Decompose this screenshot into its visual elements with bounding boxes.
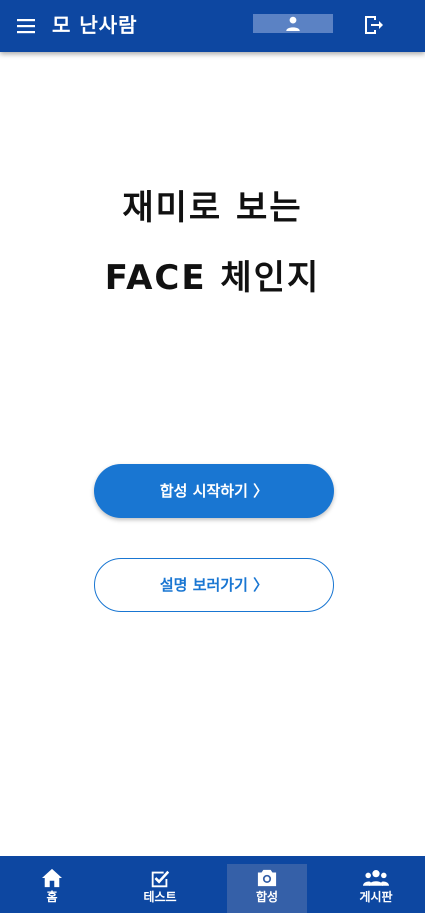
hero-title-line2: FACE 체인지 <box>104 258 321 298</box>
group-icon <box>363 870 389 886</box>
nav-label-board: 게시판 <box>359 890 393 904</box>
nav-item-synthesis[interactable]: 합성 <box>227 864 307 913</box>
start-synthesis-button[interactable]: 합성 시작하기 〉 <box>94 464 334 518</box>
hero-title-line1: 재미로 보는 <box>122 188 303 228</box>
nav-item-test[interactable]: 테스트 <box>120 856 200 913</box>
view-explanation-button[interactable]: 설명 보러가기 〉 <box>94 558 334 612</box>
profile-button[interactable] <box>253 14 333 33</box>
home-icon <box>42 868 62 888</box>
nav-item-board[interactable]: 게시판 <box>336 856 416 913</box>
bottom-navigation: 홈 테스트 합성 게시판 <box>0 856 425 913</box>
nav-item-home[interactable]: 홈 <box>12 856 92 913</box>
menu-button[interactable] <box>14 14 38 38</box>
checkbox-icon <box>151 870 170 888</box>
nav-label-home: 홈 <box>46 890 58 904</box>
logout-button[interactable] <box>361 13 385 37</box>
camera-icon <box>257 869 277 887</box>
app-title: 모 난사람 <box>52 13 138 37</box>
app-bar: 모 난사람 <box>0 0 425 52</box>
nav-label-test: 테스트 <box>143 890 177 904</box>
logout-icon <box>365 16 383 34</box>
menu-icon <box>17 19 35 34</box>
nav-label-synthesis: 합성 <box>255 890 279 904</box>
person-icon <box>286 16 300 31</box>
